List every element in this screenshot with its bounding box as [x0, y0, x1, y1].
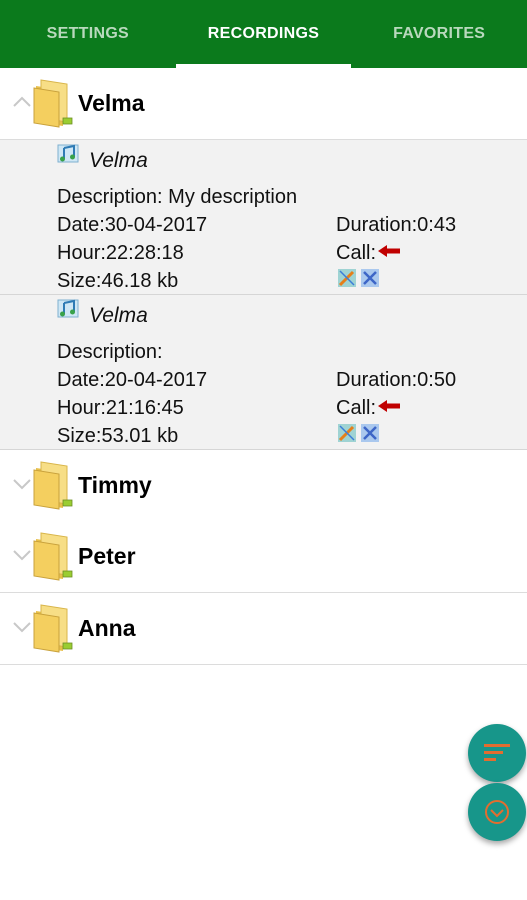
- group-peter[interactable]: Peter: [0, 521, 527, 593]
- group-name: Velma: [78, 90, 145, 116]
- delete-icon[interactable]: [360, 268, 380, 288]
- sort-icon: [484, 744, 510, 761]
- recording-item[interactable]: Velma Description: Date:20-04-2017 Durat…: [0, 295, 527, 450]
- tab-settings[interactable]: SETTINGS: [0, 0, 176, 68]
- recording-hour: Hour:21:16:45: [57, 397, 184, 419]
- group-name: Peter: [78, 543, 136, 569]
- recording-size: Size:53.01 kb: [57, 425, 179, 447]
- edit-icon[interactable]: [337, 423, 357, 443]
- folder-icon: [33, 78, 73, 128]
- filter-icon: [485, 800, 509, 824]
- chevron-down-icon[interactable]: [12, 620, 32, 634]
- tab-recordings[interactable]: RECORDINGS: [175, 0, 352, 68]
- edit-icon[interactable]: [337, 268, 357, 288]
- filter-fab-button[interactable]: [468, 783, 526, 841]
- recording-call: Call:: [336, 397, 401, 420]
- call-label: Call:: [336, 242, 377, 264]
- chevron-down-icon[interactable]: [12, 477, 32, 491]
- tab-favorites[interactable]: FAVORITES: [351, 0, 527, 68]
- recording-date: Date:30-04-2017: [57, 214, 208, 236]
- incoming-arrow-icon: [377, 399, 401, 413]
- recording-hour: Hour:22:28:18: [57, 242, 184, 264]
- chevron-up-icon[interactable]: [12, 95, 32, 109]
- incoming-arrow-icon: [377, 244, 401, 258]
- sort-fab-button[interactable]: [468, 724, 526, 782]
- recording-date: Date:20-04-2017: [57, 369, 208, 391]
- group-name: Timmy: [78, 472, 152, 498]
- delete-icon[interactable]: [360, 423, 380, 443]
- folder-icon: [33, 603, 73, 653]
- group-name: Anna: [78, 615, 136, 641]
- group-timmy[interactable]: Timmy: [0, 450, 527, 522]
- recording-description: Description:: [57, 341, 163, 363]
- tab-bar: SETTINGS RECORDINGS FAVORITES: [0, 0, 527, 68]
- recording-name: Velma: [89, 304, 148, 327]
- chevron-down-icon[interactable]: [12, 548, 32, 562]
- folder-icon: [33, 460, 73, 510]
- recording-size: Size:46.18 kb: [57, 270, 179, 292]
- folder-icon: [33, 531, 73, 581]
- group-velma[interactable]: Velma: [0, 68, 527, 140]
- recording-description: Description: My description: [57, 186, 298, 208]
- recording-duration: Duration:0:43: [336, 214, 457, 236]
- recording-name: Velma: [89, 149, 148, 172]
- music-note-icon: [57, 142, 79, 164]
- music-note-icon: [57, 297, 79, 319]
- recording-duration: Duration:0:50: [336, 369, 457, 391]
- group-anna[interactable]: Anna: [0, 593, 527, 665]
- call-label: Call:: [336, 397, 377, 419]
- recording-item[interactable]: Velma Description: My description Date:3…: [0, 140, 527, 295]
- recording-call: Call:: [336, 242, 401, 265]
